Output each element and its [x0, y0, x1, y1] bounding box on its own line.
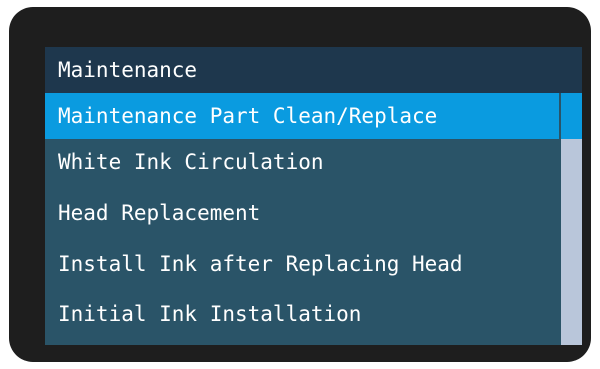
maintenance-menu: Maintenance Part Clean/Replace White Ink… [45, 93, 559, 345]
lcd-screen: Maintenance Maintenance Part Clean/Repla… [45, 47, 582, 345]
menu-item-initial-ink-installation[interactable]: Initial Ink Installation [45, 291, 559, 337]
menu-item-install-ink-after-replacing-head[interactable]: Install Ink after Replacing Head [45, 241, 559, 287]
menu-scrollbar[interactable] [561, 93, 582, 345]
screen-title: Maintenance [45, 47, 582, 93]
menu-item-maintenance-part-clean-replace[interactable]: Maintenance Part Clean/Replace [45, 93, 559, 139]
scrollbar-thumb[interactable] [561, 93, 582, 139]
device-bezel: Maintenance Maintenance Part Clean/Repla… [9, 7, 591, 362]
menu-item-white-ink-circulation[interactable]: White Ink Circulation [45, 139, 559, 185]
menu-item-head-replacement[interactable]: Head Replacement [45, 190, 559, 236]
